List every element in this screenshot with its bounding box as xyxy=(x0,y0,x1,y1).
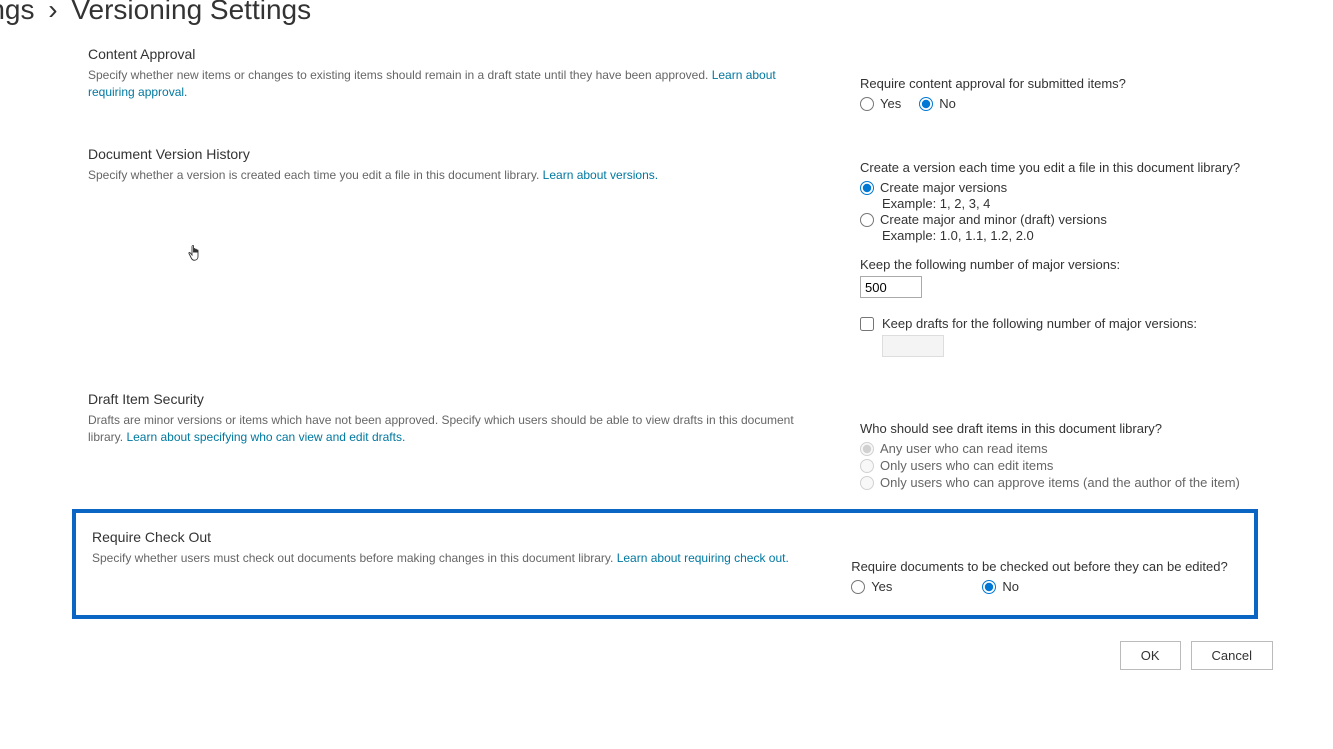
require-checkout-learn-link[interactable]: Learn about requiring check out. xyxy=(617,551,789,565)
require-checkout-no-label[interactable]: No xyxy=(982,579,1019,594)
version-minor-text: Create major and minor (draft) versions xyxy=(880,212,1107,227)
require-checkout-desc-text: Specify whether users must check out doc… xyxy=(92,551,617,565)
require-checkout-yes-radio[interactable] xyxy=(851,580,865,594)
keep-major-label: Keep the following number of major versi… xyxy=(860,257,1270,272)
version-major-text: Create major versions xyxy=(880,180,1007,195)
version-minor-radio[interactable] xyxy=(860,213,874,227)
draft-edit-radio xyxy=(860,459,874,473)
page-title: Versioning Settings xyxy=(71,0,311,25)
content-approval-yes-text: Yes xyxy=(880,96,901,111)
chevron-right-icon: › xyxy=(48,0,57,25)
version-history-title: Document Version History xyxy=(88,146,820,162)
version-history-desc: Specify whether a version is created eac… xyxy=(88,167,820,184)
content-approval-no-label[interactable]: No xyxy=(919,96,956,111)
require-checkout-desc: Specify whether users must check out doc… xyxy=(92,550,811,567)
keep-major-input[interactable] xyxy=(860,276,922,298)
version-history-question: Create a version each time you edit a fi… xyxy=(860,160,1270,175)
require-checkout-yes-label[interactable]: Yes xyxy=(851,579,892,594)
keep-drafts-checkbox[interactable] xyxy=(860,317,874,331)
version-minor-example: Example: 1.0, 1.1, 1.2, 2.0 xyxy=(860,228,1270,243)
draft-edit-label: Only users who can edit items xyxy=(860,458,1053,473)
footer-buttons: OK Cancel xyxy=(0,641,1333,670)
draft-security-learn-link[interactable]: Learn about specifying who can view and … xyxy=(126,430,405,444)
draft-any-label: Any user who can read items xyxy=(860,441,1048,456)
breadcrumb: ettings › Versioning Settings xyxy=(0,0,1333,34)
content-approval-desc: Specify whether new items or changes to … xyxy=(88,67,820,101)
require-checkout-yes-text: Yes xyxy=(871,579,892,594)
section-draft-security: Draft Item Security Drafts are minor ver… xyxy=(0,367,1333,501)
version-history-learn-link[interactable]: Learn about versions. xyxy=(543,168,658,182)
version-history-desc-text: Specify whether a version is created eac… xyxy=(88,168,543,182)
content-approval-title: Content Approval xyxy=(88,46,820,62)
cancel-button[interactable]: Cancel xyxy=(1191,641,1273,670)
section-version-history: Document Version History Specify whether… xyxy=(0,122,1333,367)
draft-approve-text: Only users who can approve items (and th… xyxy=(880,475,1240,490)
draft-approve-radio xyxy=(860,476,874,490)
content-approval-question: Require content approval for submitted i… xyxy=(860,76,1270,91)
breadcrumb-parent[interactable]: ettings xyxy=(0,0,35,25)
content-approval-desc-text: Specify whether new items or changes to … xyxy=(88,68,712,82)
draft-security-desc: Drafts are minor versions or items which… xyxy=(88,412,820,446)
version-major-example: Example: 1, 2, 3, 4 xyxy=(860,196,1270,211)
require-checkout-highlight: Require Check Out Specify whether users … xyxy=(72,509,1258,619)
version-minor-label[interactable]: Create major and minor (draft) versions xyxy=(860,212,1107,227)
keep-drafts-label: Keep drafts for the following number of … xyxy=(882,316,1197,331)
content-approval-yes-radio[interactable] xyxy=(860,97,874,111)
content-approval-no-radio[interactable] xyxy=(919,97,933,111)
section-require-checkout: Require Check Out Specify whether users … xyxy=(76,517,1254,605)
content-approval-yes-label[interactable]: Yes xyxy=(860,96,901,111)
draft-approve-label: Only users who can approve items (and th… xyxy=(860,475,1240,490)
ok-button[interactable]: OK xyxy=(1120,641,1181,670)
draft-any-text: Any user who can read items xyxy=(880,441,1048,456)
keep-drafts-input xyxy=(882,335,944,357)
draft-edit-text: Only users who can edit items xyxy=(880,458,1053,473)
draft-security-title: Draft Item Security xyxy=(88,391,820,407)
require-checkout-no-text: No xyxy=(1002,579,1019,594)
require-checkout-title: Require Check Out xyxy=(92,529,811,545)
draft-security-question: Who should see draft items in this docum… xyxy=(860,421,1270,436)
draft-any-radio xyxy=(860,442,874,456)
version-major-radio[interactable] xyxy=(860,181,874,195)
version-major-label[interactable]: Create major versions xyxy=(860,180,1007,195)
require-checkout-question: Require documents to be checked out befo… xyxy=(851,559,1254,574)
content-approval-no-text: No xyxy=(939,96,956,111)
section-content-approval: Content Approval Specify whether new ite… xyxy=(0,34,1333,122)
require-checkout-no-radio[interactable] xyxy=(982,580,996,594)
